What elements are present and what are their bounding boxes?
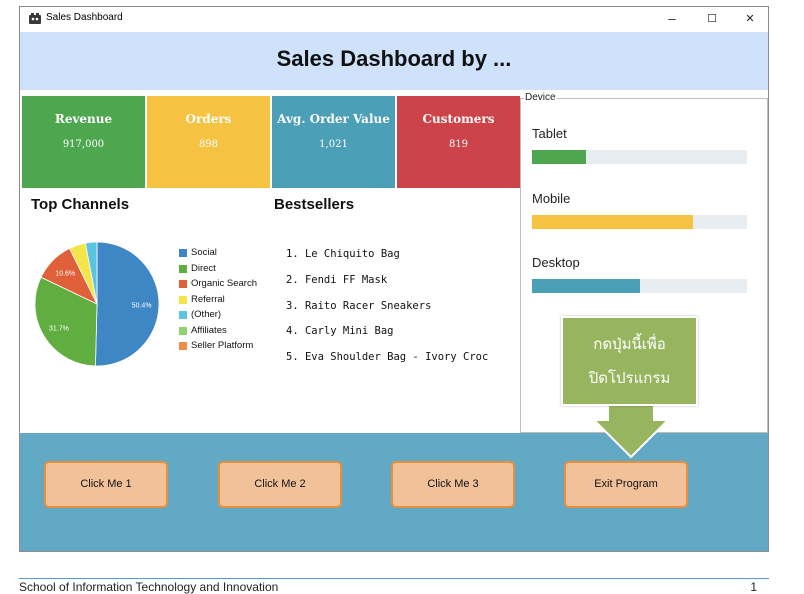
mobile-label: Mobile: [532, 191, 571, 206]
top-channels-title: Top Channels: [31, 196, 130, 213]
legend-item-referral: Referral: [179, 292, 257, 308]
document-footer: School of Information Technology and Inn…: [19, 578, 769, 594]
revenue-card: Revenue 917,000: [22, 96, 145, 188]
legend-swatch: [179, 249, 187, 257]
orders-card: Orders 898: [147, 96, 270, 188]
pie-slice-label: 31.7%: [49, 325, 69, 332]
revenue-value: 917,000: [62, 139, 105, 150]
tablet-progress-bar: [532, 150, 747, 164]
list-item: 2. Fendi FF Mask: [286, 273, 388, 286]
pie-slice-label: 50.4%: [132, 303, 152, 310]
app-icon: [29, 13, 41, 24]
bestsellers-title: Bestsellers: [274, 196, 355, 213]
legend-item-organic-search: Organic Search: [179, 276, 257, 292]
callout-arrow: [591, 402, 671, 459]
revenue-label: Revenue: [54, 112, 113, 126]
tablet-label: Tablet: [532, 126, 567, 141]
click-me-2-button[interactable]: Click Me 2: [218, 461, 342, 508]
legend-item-social: Social: [179, 245, 257, 261]
device-panel-legend: Device: [524, 92, 557, 103]
avg-order-value-label: Avg. Order Value: [277, 112, 390, 126]
school-name: School of Information Technology and Inn…: [19, 580, 279, 594]
callout-line-2: ปิดโปรแกรม: [588, 370, 671, 387]
window-title: Sales Dashboard: [46, 12, 123, 23]
legend-item-seller-platform: Seller Platform: [179, 338, 257, 354]
app-window: Sales Dashboard – ☐ ✕ Sales Dashboard by…: [19, 6, 769, 552]
pie-legend: Social Direct Organic Search Referral (O…: [179, 245, 257, 354]
list-item: 5. Eva Shoulder Bag - Ivory Croc: [286, 351, 489, 364]
title-bar: Sales Dashboard – ☐ ✕: [20, 7, 768, 31]
legend-swatch: [179, 326, 187, 335]
legend-swatch: [179, 295, 187, 304]
legend-item-direct: Direct: [179, 261, 257, 277]
pie-slice-label: 10.6%: [55, 271, 75, 278]
mobile-progress-bar: [532, 215, 747, 229]
orders-value: 898: [198, 139, 219, 150]
desktop-progress-bar: [532, 279, 747, 293]
exit-hint-callout: กดปุ่มนี้เพื่อ ปิดโปรแกรม: [561, 316, 698, 406]
tablet-progress-fill: [532, 150, 586, 164]
dashboard-header: Sales Dashboard by ...: [20, 32, 768, 90]
dashboard-title: Sales Dashboard by ...: [276, 46, 512, 71]
page-number: 1: [750, 580, 757, 594]
close-button[interactable]: ✕: [733, 10, 767, 28]
list-item: 1. Le Chiquito Bag: [286, 248, 400, 260]
desktop-label: Desktop: [532, 255, 580, 270]
click-me-3-button[interactable]: Click Me 3: [391, 461, 515, 508]
minimize-button[interactable]: –: [655, 10, 689, 28]
legend-swatch: [179, 342, 187, 350]
desktop-progress-fill: [532, 279, 640, 293]
legend-swatch: [179, 280, 187, 288]
legend-swatch: [179, 264, 187, 273]
click-me-1-button[interactable]: Click Me 1: [44, 461, 168, 508]
list-item: 4. Carly Mini Bag: [286, 325, 394, 338]
bestsellers-list: 1. Le Chiquito Bag 2. Fendi FF Mask 3. R…: [286, 242, 488, 371]
avg-order-value-card: Avg. Order Value 1,021: [272, 96, 395, 188]
legend-item-other: (Other): [179, 307, 257, 323]
customers-label: Customers: [422, 112, 495, 126]
top-channels-pie-chart: 50.4% 31.7% 10.6%: [34, 241, 160, 367]
customers-value: 819: [448, 139, 469, 150]
list-item: 3. Raito Racer Sneakers: [286, 299, 432, 312]
exit-program-button[interactable]: Exit Program: [564, 461, 688, 508]
orders-label: Orders: [185, 112, 232, 126]
legend-swatch: [179, 311, 187, 319]
avg-order-value-value: 1,021: [319, 139, 348, 150]
customers-card: Customers 819: [397, 96, 520, 188]
mobile-progress-fill: [532, 215, 694, 229]
callout-line-1: กดปุ่มนี้เพื่อ: [593, 336, 666, 353]
legend-item-affiliates: Affiliates: [179, 323, 257, 339]
maximize-button[interactable]: ☐: [695, 10, 729, 28]
